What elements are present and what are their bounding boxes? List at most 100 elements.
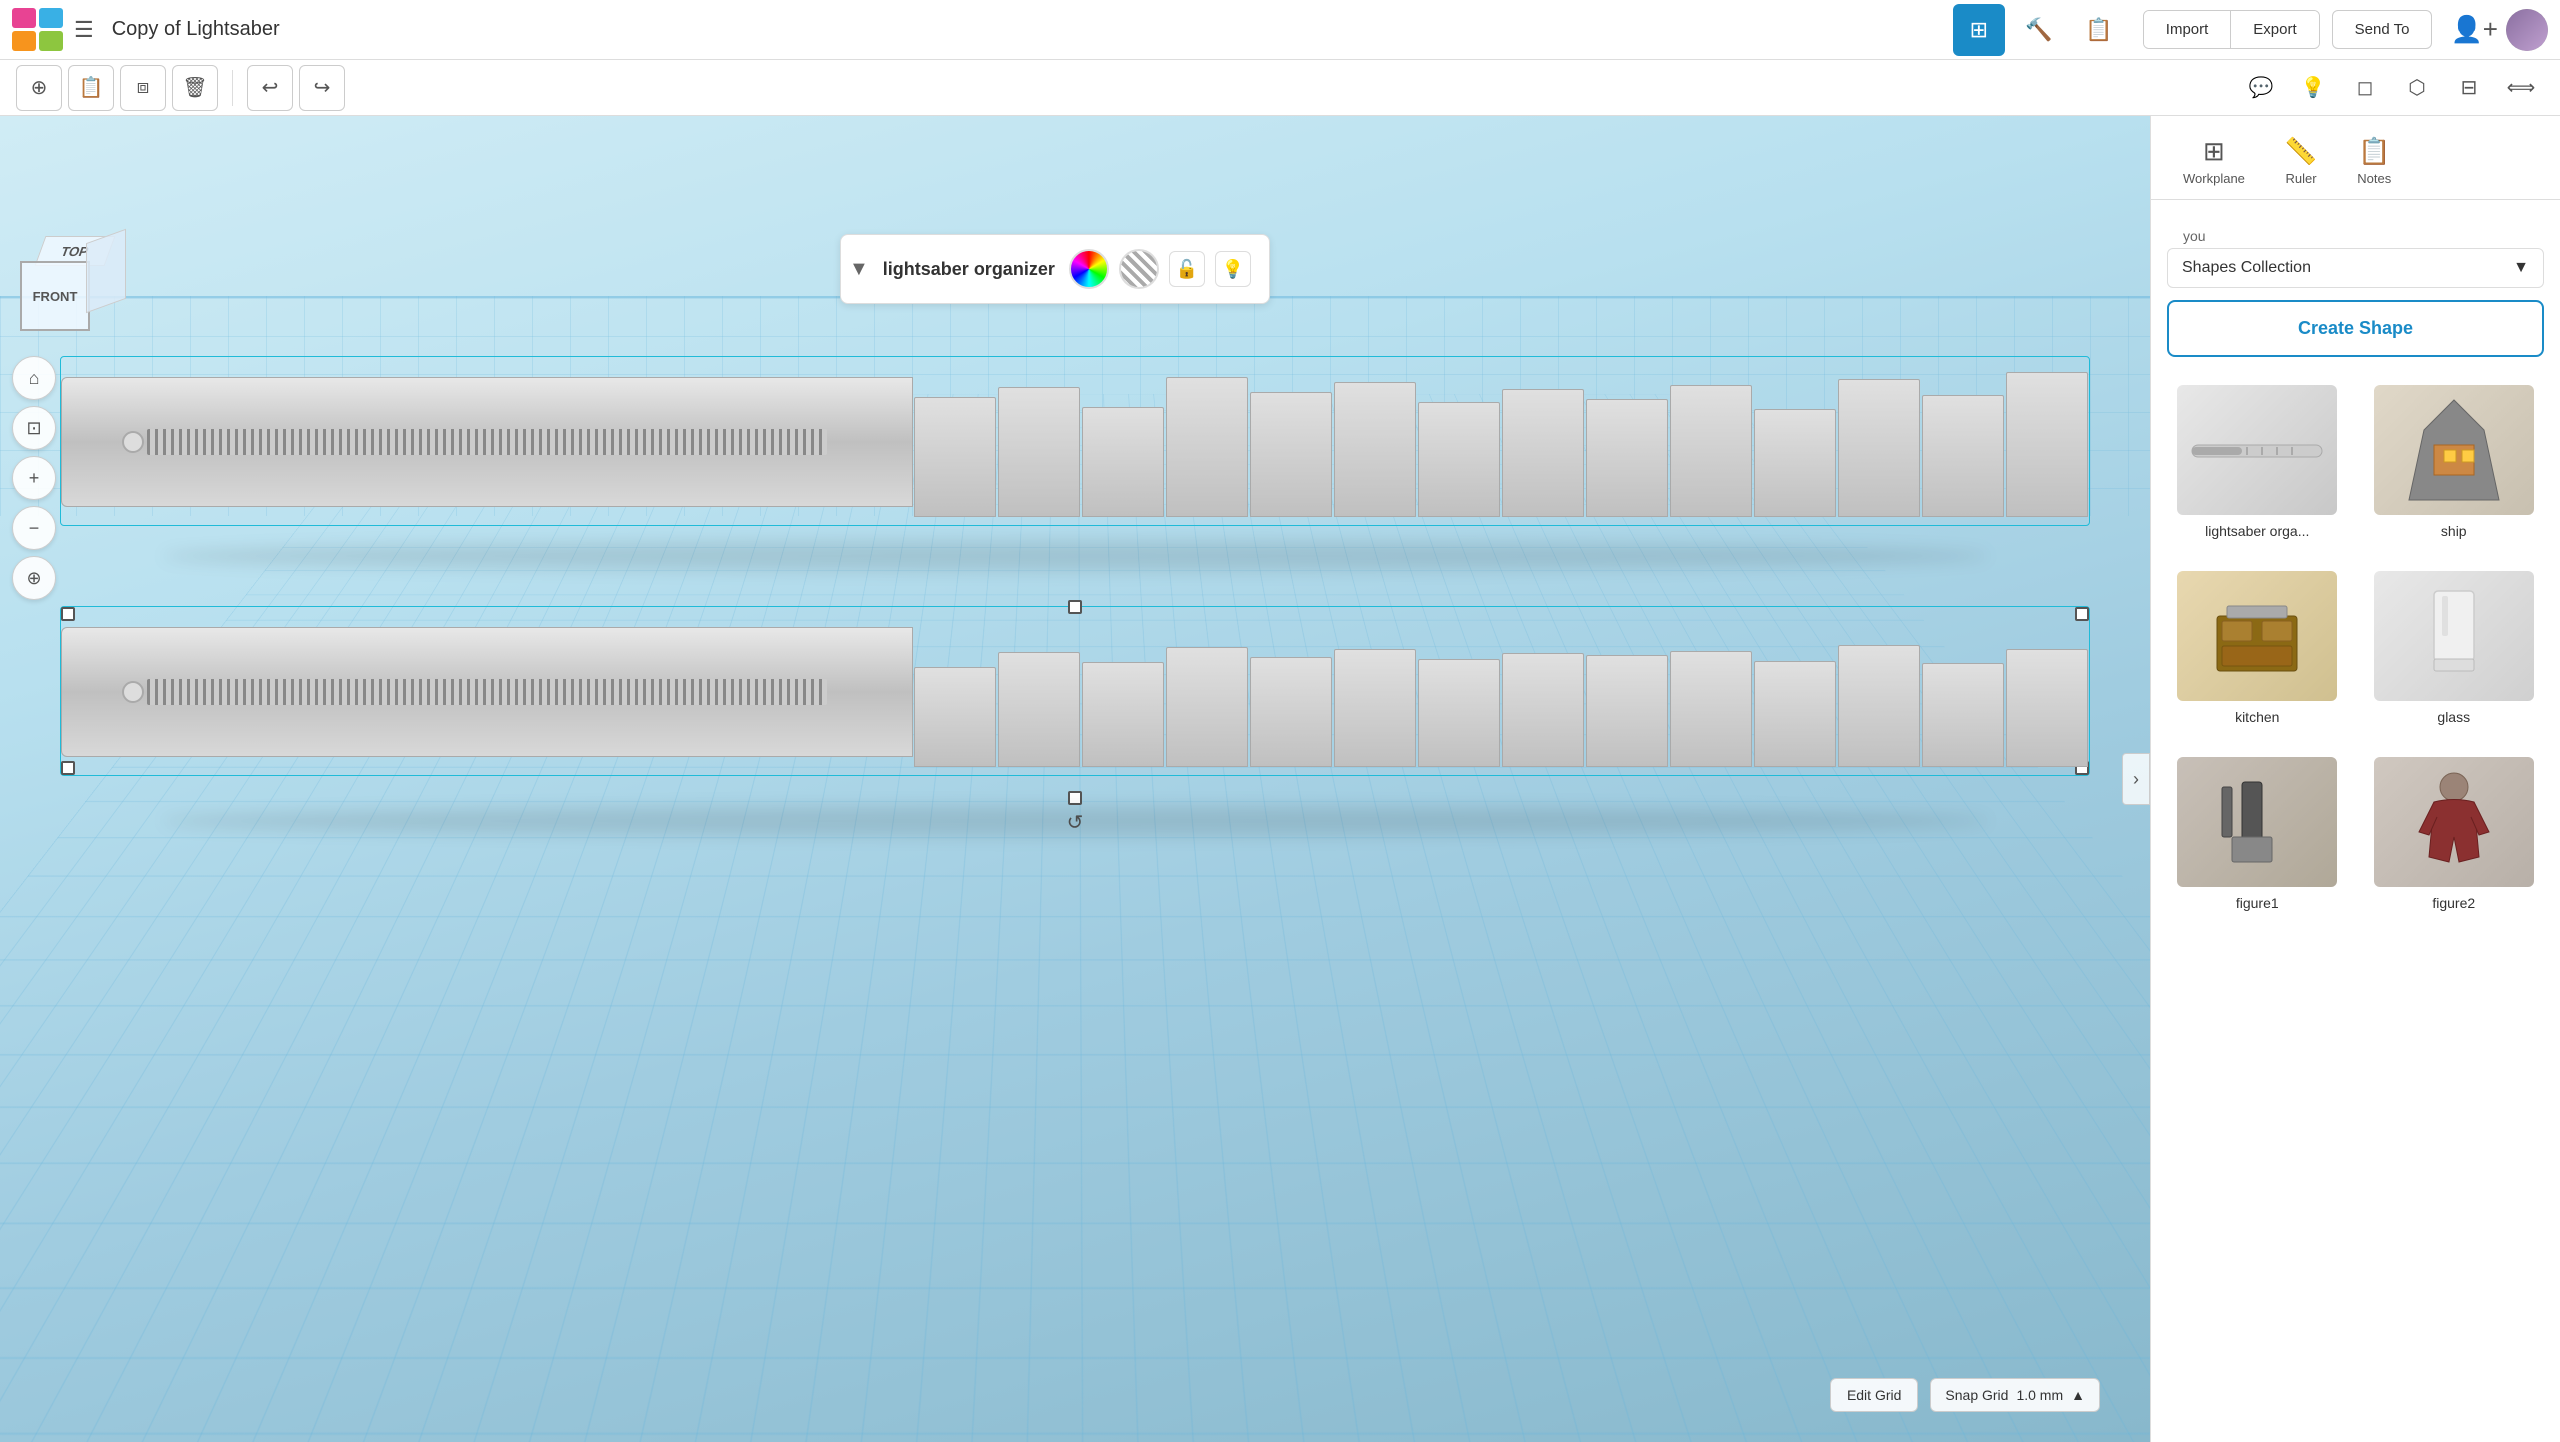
ls-tooth [1082,662,1164,767]
topbar-right: ⊞ 🔨 📋 Import Export Send To 👤+ [1953,4,2548,56]
collection-selector-label: Shapes Collection [2182,259,2311,277]
perspective-button[interactable]: ⊕ [12,556,56,600]
new-workplane-button[interactable]: ⊕ [16,65,62,111]
logo-k [39,31,63,51]
export-button[interactable]: Export [2231,11,2318,48]
shape-item-lightsaber[interactable]: lightsaber orga... [2167,377,2348,547]
send-to-button[interactable]: Send To [2332,10,2433,49]
avatar[interactable] [2506,9,2548,51]
ls-tooth [1754,409,1836,517]
ls-tooth [2006,649,2088,767]
import-export-area: Import Export [2143,10,2320,49]
tinkercad-logo[interactable] [12,8,64,52]
redo-button[interactable]: ↪ [299,65,345,111]
menu-icon[interactable]: ☰ [74,17,94,43]
toolbar-divider [232,70,233,106]
delete-button[interactable]: 🗑 [172,65,218,111]
shape-item-figure[interactable]: figure2 [2364,749,2545,919]
view-cube[interactable]: TOP FRONT [20,236,130,346]
workplane-icon: ⊞ [2203,136,2225,167]
shape-item-kitchen[interactable]: kitchen [2167,563,2348,733]
you-label: you [2167,216,2544,248]
avatar-image [2506,9,2548,51]
ls-tooth [1502,653,1584,767]
ls-tooth [2006,372,2088,517]
snap-grid-arrow[interactable]: ▲ [2071,1387,2085,1403]
edit-grid-button[interactable]: Edit Grid [1830,1378,1918,1412]
import-button[interactable]: Import [2144,11,2232,48]
mirror-button[interactable]: ⟺ [2498,65,2544,111]
notes-icon: 📋 [2358,136,2390,167]
context-dropdown[interactable]: ▼ [849,258,869,281]
tab-ruler[interactable]: 📏 Ruler [2269,128,2333,199]
ls-tooth [998,652,1080,767]
nav-buttons: ⌂ ⊡ + − ⊕ [12,356,56,600]
context-panel: ▼ lightsaber organizer 🔓 💡 [840,234,1270,304]
ls-tooth [1166,647,1248,767]
clipboard-button[interactable]: 📋 [2073,4,2125,56]
ls-tooth [1670,385,1752,517]
shape-name-lightsaber: lightsaber orga... [2205,523,2309,539]
viewport-expand-arrow[interactable]: › [2122,753,2150,805]
selection-handle-tm[interactable] [1068,600,1082,614]
another-shape-button[interactable]: ⬡ [2394,65,2440,111]
zoom-in-button[interactable]: + [12,456,56,500]
tab-workplane[interactable]: ⊞ Workplane [2167,128,2261,199]
create-shape-button[interactable]: Create Shape [2167,300,2544,357]
shape-thumb-lightsaber [2177,385,2337,515]
tab-notes[interactable]: 📋 Notes [2341,128,2407,199]
ls-tooth [1166,377,1248,517]
collection-selector-chevron: ▼ [2513,259,2529,277]
shape-item-dark[interactable]: figure1 [2167,749,2348,919]
add-user-icon[interactable]: 👤+ [2450,14,2498,45]
snap-grid-label: Snap Grid [1945,1387,2008,1403]
ls-handle-bottom [61,627,913,757]
lock-button[interactable]: 🔓 [1169,251,1205,287]
ls-tooth [1838,645,1920,767]
undo-button[interactable]: ↩ [247,65,293,111]
shape-name-figure2: figure2 [2432,895,2475,911]
shape-thumb-ship [2374,385,2534,515]
workplane-label: Workplane [2183,171,2245,186]
snap-grid-value[interactable]: 1.0 mm [2016,1387,2063,1403]
shape-name-glass: glass [2437,709,2470,725]
home-view-button[interactable]: ⌂ [12,356,56,400]
collection-selector[interactable]: Shapes Collection ▼ [2167,248,2544,288]
shape-item-ship[interactable]: ship [2364,377,2545,547]
fit-view-button[interactable]: ⊡ [12,406,56,450]
ls-tooth [1082,407,1164,517]
ls-tooth [1754,661,1836,767]
stripe-color-button[interactable] [1119,249,1159,289]
hammer-button[interactable]: 🔨 [2013,4,2065,56]
shape-item-glass[interactable]: glass [2364,563,2545,733]
view-cube-right[interactable] [86,229,126,314]
paste-button[interactable]: 📋 [68,65,114,111]
topbar: ☰ Copy of Lightsaber ⊞ 🔨 📋 Import Export… [0,0,2560,60]
toolbar: ⊕ 📋 ⧈ 🗑 ↩ ↪ 💬 💡 ◻ ⬡ ⊟ ⟺ [0,60,2560,116]
ls-tooth [914,397,996,517]
color-picker-button[interactable] [1069,249,1109,289]
selection-handle-tl[interactable] [61,607,75,621]
toolbar-right: 💬 💡 ◻ ⬡ ⊟ ⟺ [2238,65,2544,111]
right-panel: ⊞ Workplane 📏 Ruler 📋 Notes you Shapes C… [2150,116,2560,1442]
light-button[interactable]: 💡 [2290,65,2336,111]
comment-button[interactable]: 💬 [2238,65,2284,111]
lightsaber-shape-bottom[interactable]: ↺ [60,606,2090,776]
zoom-out-button[interactable]: − [12,506,56,550]
viewport[interactable]: ↺ [0,116,2150,1442]
duplicate-button[interactable]: ⧈ [120,65,166,111]
grid-button[interactable]: ⊟ [2446,65,2492,111]
grid-view-button[interactable]: ⊞ [1953,4,2005,56]
light-toggle-button[interactable]: 💡 [1215,251,1251,287]
ls-handle-top [61,377,913,507]
project-title[interactable]: Copy of Lightsaber [112,18,280,41]
view-cube-front[interactable]: FRONT [20,261,90,331]
selection-handle-bm[interactable] [1068,791,1082,805]
canvas-area[interactable]: ↺ [0,116,2150,1442]
ls-tooth [1670,651,1752,767]
shape-thumb-kitchen [2177,571,2337,701]
lightsaber-shape-top[interactable] [60,356,2090,526]
shape-button[interactable]: ◻ [2342,65,2388,111]
ls-tooth [1922,395,2004,517]
selection-handle-bl[interactable] [61,761,75,775]
